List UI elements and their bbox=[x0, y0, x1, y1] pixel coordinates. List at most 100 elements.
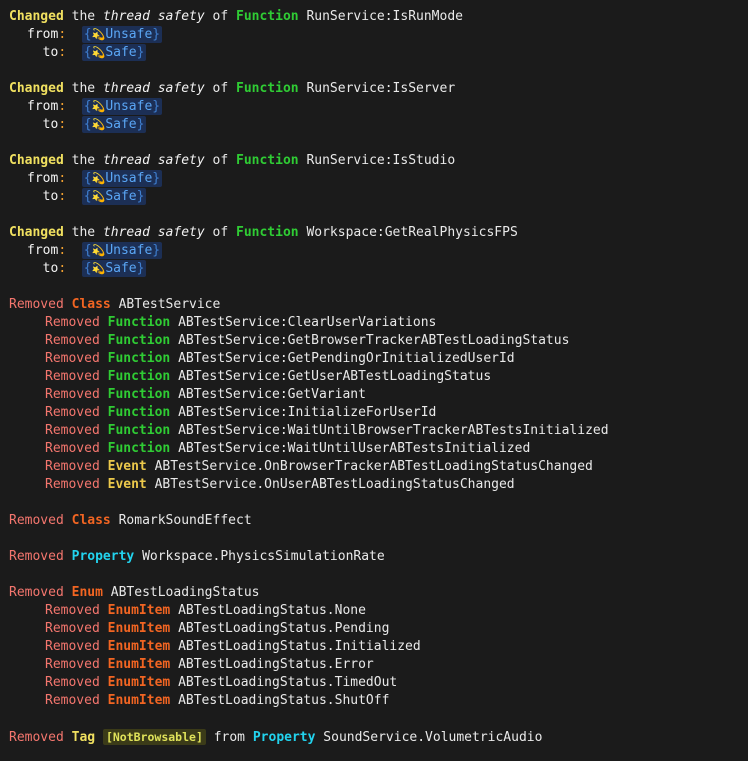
enumitem-keyword: EnumItem bbox=[107, 603, 171, 618]
member-name: RunService:IsServer bbox=[306, 81, 456, 96]
removed-enumitem-row: Removed EnumItem ABTestLoadingStatus.Ini… bbox=[0, 638, 748, 656]
brace-open: { bbox=[83, 27, 92, 42]
brace-open: { bbox=[83, 117, 92, 132]
api-changelog-document: Changed the thread safety of Function Ru… bbox=[0, 0, 748, 746]
removed-keyword: Removed bbox=[45, 351, 100, 366]
the-word: the bbox=[71, 225, 96, 240]
colon: : bbox=[58, 27, 67, 42]
from-label: from bbox=[27, 243, 59, 258]
brace-close: } bbox=[136, 189, 145, 204]
changed-entry: Changed the thread safety of Function Ru… bbox=[0, 152, 748, 170]
the-word: the bbox=[71, 81, 96, 96]
removed-enum-entry: Removed Enum ABTestLoadingStatus bbox=[0, 584, 748, 602]
colon: : bbox=[58, 99, 67, 114]
changed-entry: Changed the thread safety of Function Wo… bbox=[0, 224, 748, 242]
removed-enumitem-row: Removed EnumItem ABTestLoadingStatus.Non… bbox=[0, 602, 748, 620]
removed-keyword: Removed bbox=[45, 333, 100, 348]
member-name: RunService:IsRunMode bbox=[306, 9, 463, 24]
function-keyword: Function bbox=[107, 441, 171, 456]
removed-member-row: Removed Function ABTestService:GetBrowse… bbox=[0, 332, 748, 350]
brace-close: } bbox=[152, 99, 161, 114]
member-name: ABTestService:WaitUntilBrowserTrackerABT… bbox=[178, 423, 609, 438]
enumitem-keyword: EnumItem bbox=[107, 657, 171, 672]
member-name: ABTestService:GetUserABTestLoadingStatus bbox=[178, 369, 492, 384]
badge-text: Safe bbox=[105, 261, 137, 276]
enumitem-name: ABTestLoadingStatus.Pending bbox=[178, 621, 390, 636]
thread-safety-badge-to: {💫Safe} bbox=[81, 44, 147, 61]
removed-keyword: Removed bbox=[45, 603, 100, 618]
removed-keyword: Removed bbox=[45, 459, 100, 474]
removed-member-row: Removed Function ABTestService:GetPendin… bbox=[0, 350, 748, 368]
member-name: ABTestService:WaitUntilUserABTestsInitia… bbox=[178, 441, 531, 456]
from-label: from bbox=[27, 27, 59, 42]
thread-safety-badge-to: {💫Safe} bbox=[81, 188, 147, 205]
changed-to-line: to: {💫Safe} bbox=[0, 260, 748, 278]
dizzy-icon: 💫 bbox=[91, 172, 106, 185]
badge-text: Unsafe bbox=[105, 27, 153, 42]
thread-safety-badge-from: {💫Unsafe} bbox=[81, 98, 163, 115]
removed-member-row: Removed Function ABTestService:GetVarian… bbox=[0, 386, 748, 404]
enumitem-name: ABTestLoadingStatus.None bbox=[178, 603, 366, 618]
property-name: Workspace.PhysicsSimulationRate bbox=[142, 549, 385, 564]
thread-safety-label: thread safety bbox=[102, 153, 205, 168]
colon: : bbox=[58, 171, 67, 186]
removed-keyword: Removed bbox=[9, 297, 64, 312]
removed-enumitem-row: Removed EnumItem ABTestLoadingStatus.Shu… bbox=[0, 692, 748, 710]
removed-keyword: Removed bbox=[45, 441, 100, 456]
enumitem-keyword: EnumItem bbox=[107, 675, 171, 690]
changed-from-line: from: {💫Unsafe} bbox=[0, 170, 748, 188]
thread-safety-label: thread safety bbox=[102, 81, 205, 96]
class-keyword: Class bbox=[71, 297, 111, 312]
colon: : bbox=[58, 243, 67, 258]
changed-entry: Changed the thread safety of Function Ru… bbox=[0, 8, 748, 26]
dizzy-icon: 💫 bbox=[91, 190, 106, 203]
changed-entry: Changed the thread safety of Function Ru… bbox=[0, 80, 748, 98]
tag-badge: [NotBrowsable] bbox=[102, 729, 206, 745]
function-keyword: Function bbox=[107, 423, 171, 438]
removed-member-row: Removed Function ABTestService:WaitUntil… bbox=[0, 440, 748, 458]
function-keyword: Function bbox=[236, 225, 299, 240]
function-keyword: Function bbox=[236, 9, 299, 24]
badge-text: Safe bbox=[105, 117, 137, 132]
of-word: of bbox=[212, 9, 229, 24]
changed-to-line: to: {💫Safe} bbox=[0, 188, 748, 206]
dizzy-icon: 💫 bbox=[91, 100, 106, 113]
removed-tag-entry: Removed Tag [NotBrowsable] from Property… bbox=[0, 728, 748, 746]
the-word: the bbox=[71, 9, 96, 24]
brace-open: { bbox=[83, 243, 92, 258]
colon: : bbox=[58, 189, 67, 204]
tag-target-name: SoundService.VolumetricAudio bbox=[323, 730, 543, 745]
enumitem-keyword: EnumItem bbox=[107, 639, 171, 654]
removed-enumitem-row: Removed EnumItem ABTestLoadingStatus.Tim… bbox=[0, 674, 748, 692]
badge-text: Unsafe bbox=[105, 99, 153, 114]
removed-keyword: Removed bbox=[45, 657, 100, 672]
function-keyword: Function bbox=[107, 351, 171, 366]
thread-safety-badge-from: {💫Unsafe} bbox=[81, 242, 163, 259]
enumitem-name: ABTestLoadingStatus.Error bbox=[178, 657, 374, 672]
removed-member-row: Removed Event ABTestService.OnBrowserTra… bbox=[0, 458, 748, 476]
badge-text: Safe bbox=[105, 189, 137, 204]
of-word: of bbox=[212, 81, 229, 96]
removed-keyword: Removed bbox=[45, 621, 100, 636]
event-keyword: Event bbox=[107, 477, 147, 492]
brace-open: { bbox=[83, 189, 92, 204]
removed-member-row: Removed Function ABTestService:ClearUser… bbox=[0, 314, 748, 332]
changed-from-line: from: {💫Unsafe} bbox=[0, 98, 748, 116]
from-label: from bbox=[27, 171, 59, 186]
function-keyword: Function bbox=[236, 153, 299, 168]
class-name: RomarkSoundEffect bbox=[118, 513, 252, 528]
to-label: to bbox=[42, 45, 59, 60]
removed-keyword: Removed bbox=[45, 675, 100, 690]
of-word: of bbox=[212, 225, 229, 240]
removed-keyword: Removed bbox=[45, 639, 100, 654]
to-label: to bbox=[42, 189, 59, 204]
removed-member-row: Removed Function ABTestService:WaitUntil… bbox=[0, 422, 748, 440]
changed-keyword: Changed bbox=[9, 153, 64, 168]
thread-safety-badge-from: {💫Unsafe} bbox=[81, 26, 163, 43]
colon: : bbox=[58, 261, 67, 276]
to-label: to bbox=[42, 117, 59, 132]
removed-enumitem-row: Removed EnumItem ABTestLoadingStatus.Pen… bbox=[0, 620, 748, 638]
